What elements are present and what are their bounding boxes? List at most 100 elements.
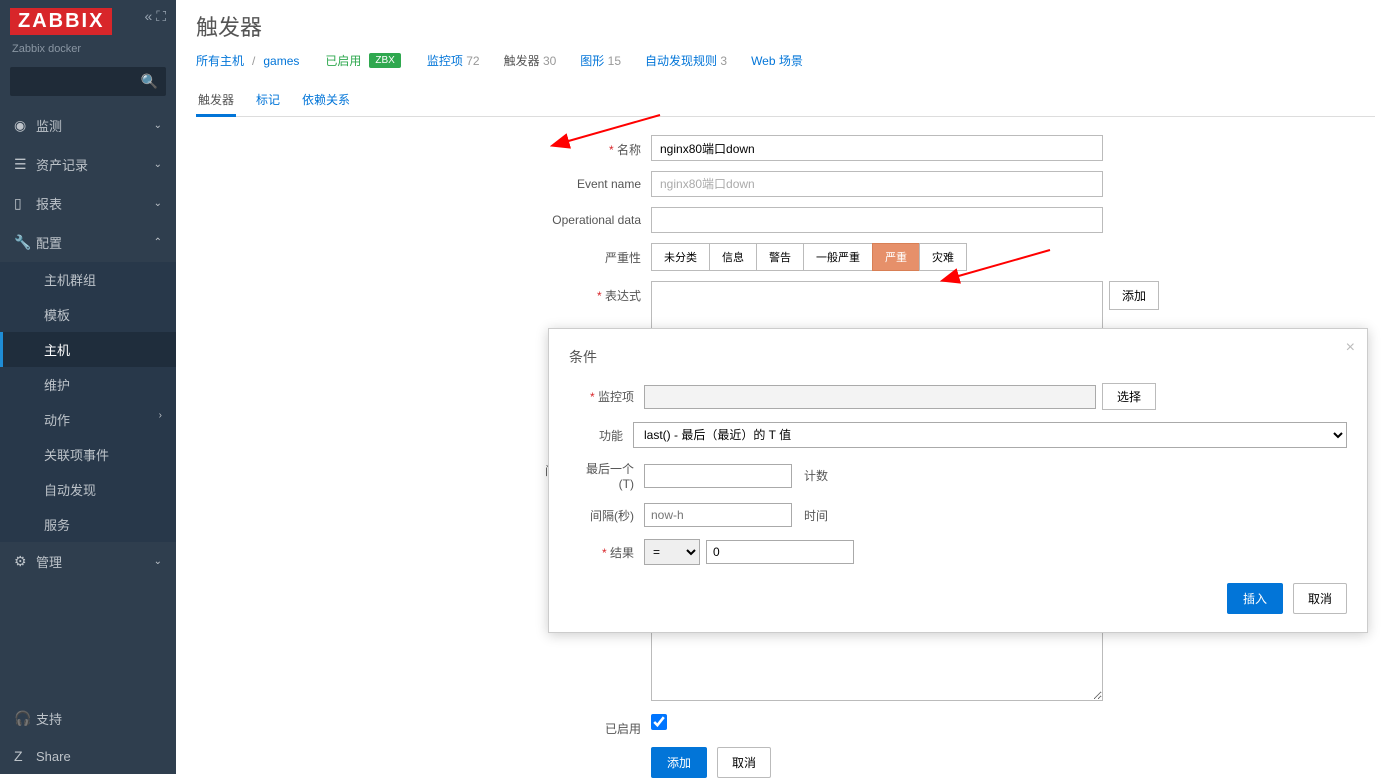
share-icon: Z: [14, 748, 36, 764]
tab-trigger[interactable]: 触发器: [196, 85, 236, 117]
wrench-icon: 🔧: [14, 234, 36, 251]
config-subnav: 主机群组 模板 主机 维护 动作› 关联项事件 自动发现 服务: [0, 262, 176, 542]
sidebar: ZABBIX « ⛶ Zabbix docker 🔍 ◉监测 ⌄ ☰资产记录 ⌄ ▯…: [0, 0, 176, 774]
sev-notclassified[interactable]: 未分类: [651, 243, 710, 271]
sub-actions[interactable]: 动作›: [0, 402, 176, 437]
item-input[interactable]: [644, 385, 1096, 409]
select-item-button[interactable]: 选择: [1102, 383, 1156, 410]
zbx-badge: ZBX: [369, 53, 400, 68]
sev-high[interactable]: 严重: [872, 243, 920, 271]
close-icon[interactable]: ×: [1346, 339, 1355, 357]
nav-label: 支持: [36, 709, 62, 728]
bc-enabled: 已启用: [325, 52, 361, 69]
stat-link[interactable]: 自动发现规则: [645, 54, 717, 68]
eye-icon: ◉: [14, 117, 36, 134]
cancel-button[interactable]: 取消: [717, 747, 771, 778]
chevron-down-icon: ⌄: [154, 120, 162, 131]
modal-label-result: * 结果: [569, 544, 644, 561]
search-icon[interactable]: 🔍: [141, 73, 158, 90]
bc-host[interactable]: games: [263, 54, 299, 68]
enabled-checkbox[interactable]: [651, 714, 667, 730]
bc-all-hosts[interactable]: 所有主机: [196, 52, 244, 69]
sub-services[interactable]: 服务: [0, 507, 176, 542]
sidebar-search: 🔍: [10, 67, 166, 96]
logo[interactable]: ZABBIX: [10, 8, 112, 35]
result-op-select[interactable]: =: [644, 539, 700, 565]
list-icon: ☰: [14, 156, 36, 173]
modal-label-interval: 间隔(秒): [569, 507, 644, 524]
nav-reports[interactable]: ▯报表 ⌄: [0, 184, 176, 223]
nav-monitoring[interactable]: ◉监测 ⌄: [0, 106, 176, 145]
sub-hostgroups[interactable]: 主机群组: [0, 262, 176, 297]
stat-count: 15: [608, 54, 621, 68]
label-name: * 名称: [196, 135, 651, 158]
stat-graphs[interactable]: 图形 15: [580, 52, 621, 69]
stat-label: 触发器: [504, 54, 540, 68]
result-value-input[interactable]: [706, 540, 854, 564]
add-expression-button[interactable]: 添加: [1109, 281, 1159, 310]
sev-average[interactable]: 一般严重: [803, 243, 873, 271]
label-event-name: Event name: [196, 171, 651, 191]
bc-sep: /: [252, 54, 255, 68]
event-name-input[interactable]: [651, 171, 1103, 197]
breadcrumb: 所有主机 / games 已启用 ZBX 监控项 72 触发器 30 图形 15…: [196, 52, 1375, 69]
stat-web[interactable]: Web 场景: [751, 52, 803, 69]
nav-label: 监测: [36, 116, 62, 135]
modal-label-item: * 监控项: [569, 388, 644, 405]
name-input[interactable]: [651, 135, 1103, 161]
chevron-down-icon: ⌄: [154, 198, 162, 209]
nav-label: 配置: [36, 233, 62, 252]
sidebar-subtitle: Zabbix docker: [0, 43, 176, 63]
nav-support[interactable]: 🎧支持: [0, 699, 176, 738]
modal-cancel-button[interactable]: 取消: [1293, 583, 1347, 614]
count-suffix: 计数: [804, 467, 828, 484]
nav-label: 资产记录: [36, 155, 88, 174]
interval-input[interactable]: [644, 503, 792, 527]
nav-admin[interactable]: ⚙管理⌄: [0, 542, 176, 581]
stat-count: 3: [720, 54, 727, 68]
stat-discovery[interactable]: 自动发现规则 3: [645, 52, 727, 69]
label-expression: * 表达式: [196, 281, 651, 304]
stat-link[interactable]: 监控项: [427, 54, 463, 68]
nav-inventory[interactable]: ☰资产记录 ⌄: [0, 145, 176, 184]
stat-link[interactable]: Web 场景: [751, 54, 803, 68]
nav: ◉监测 ⌄ ☰资产记录 ⌄ ▯报表 ⌄ 🔧配置 ⌃ 主机群组 模板 主机 维护 动作› …: [0, 106, 176, 699]
lastt-input[interactable]: [644, 464, 792, 488]
sub-hosts[interactable]: 主机: [0, 332, 176, 367]
tab-tags[interactable]: 标记: [254, 85, 282, 116]
label-enabled: 已启用: [196, 714, 651, 737]
stat-link[interactable]: 图形: [580, 54, 604, 68]
nav-share[interactable]: ZShare: [0, 738, 176, 774]
nav-config[interactable]: 🔧配置 ⌃: [0, 223, 176, 262]
sidebar-bottom: 🎧支持 ZShare: [0, 699, 176, 774]
sub-discovery[interactable]: 自动发现: [0, 472, 176, 507]
sub-correlation[interactable]: 关联项事件: [0, 437, 176, 472]
opdata-input[interactable]: [651, 207, 1103, 233]
nav-label: 管理: [36, 552, 62, 571]
modal-footer: 插入 取消: [569, 583, 1347, 614]
sub-templates[interactable]: 模板: [0, 297, 176, 332]
sev-info[interactable]: 信息: [709, 243, 757, 271]
stat-items[interactable]: 监控项 72: [427, 52, 480, 69]
stat-count: 30: [543, 54, 556, 68]
modal-label-func: 功能: [569, 427, 633, 444]
chevron-up-icon: ⌃: [154, 237, 162, 248]
sidebar-collapse-icons[interactable]: « ⛶: [145, 8, 166, 25]
time-suffix: 时间: [804, 507, 828, 524]
page-title: 触发器: [196, 10, 1375, 42]
func-select[interactable]: last() - 最后（最近）的 T 值: [633, 422, 1347, 448]
gear-icon: ⚙: [14, 553, 36, 570]
condition-modal: × 条件 * 监控项 选择 功能 last() - 最后（最近）的 T 值 最后…: [548, 328, 1368, 633]
chevron-down-icon: ⌄: [154, 159, 162, 170]
submit-button[interactable]: 添加: [651, 747, 707, 778]
sub-maintenance[interactable]: 维护: [0, 367, 176, 402]
label-opdata: Operational data: [196, 207, 651, 227]
sev-disaster[interactable]: 灾难: [919, 243, 967, 271]
sev-warning[interactable]: 警告: [756, 243, 804, 271]
chart-icon: ▯: [14, 195, 36, 212]
tab-deps[interactable]: 依赖关系: [300, 85, 352, 116]
chevron-right-icon: ›: [159, 410, 162, 421]
insert-button[interactable]: 插入: [1227, 583, 1283, 614]
nav-label: 报表: [36, 194, 62, 213]
label-empty2: [196, 747, 651, 753]
